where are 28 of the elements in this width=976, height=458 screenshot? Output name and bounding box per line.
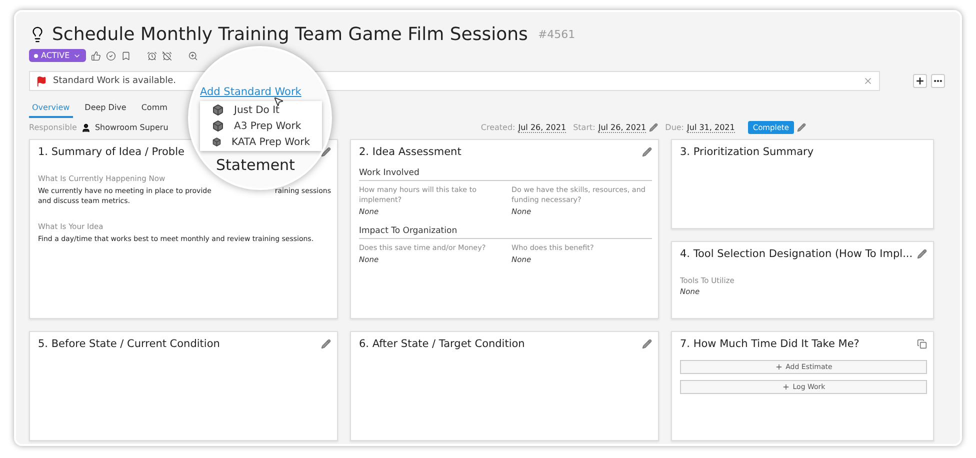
card-title: 1. Summary of Idea / Proble	[38, 146, 184, 158]
date-value[interactable]: Jul 31, 2021	[687, 122, 735, 132]
date-label: Start:	[573, 123, 596, 132]
card-title: 3. Prioritization Summary	[680, 146, 814, 158]
section-heading: Impact To Organization	[359, 226, 652, 240]
date-value[interactable]: Jul 26, 2021	[598, 122, 646, 132]
card-title: 6. After State / Target Condition	[359, 338, 525, 350]
date-label: Due:	[665, 123, 684, 132]
section-heading: Work Involved	[359, 168, 652, 181]
tab[interactable]: Deep Dive	[82, 101, 130, 118]
responsible-name: Showroom Superu	[94, 123, 168, 132]
card-title: 5. Before State / Current Condition	[38, 338, 220, 350]
page-title: Schedule Monthly Training Team Game Film Sessions	[52, 24, 528, 45]
card-title: 7. How Much Time Did It Take Me?	[680, 338, 860, 350]
status-dropdown[interactable]: ACTIVE	[29, 49, 86, 62]
responsible-label: Responsible	[29, 123, 77, 132]
alert-text: Standard Work is available.	[53, 76, 177, 86]
date-value[interactable]: Jul 26, 2021	[518, 122, 566, 132]
card-title: 4. Tool Selection Designation (How To Impl...	[680, 248, 913, 260]
menu-item[interactable]: A3 Prep Work	[200, 118, 322, 134]
section-heading: Statement	[216, 156, 295, 174]
add-standard-work-link[interactable]: Add Standard Work	[200, 86, 302, 98]
menu-item[interactable]: KATA Prep Work	[200, 134, 322, 150]
tab[interactable]: Comm	[138, 101, 170, 118]
card-title: 2. Idea Assessment	[359, 146, 462, 158]
item-number: #4561	[538, 28, 576, 41]
date-label: Created:	[480, 123, 516, 132]
menu-item[interactable]: Just Do It	[200, 102, 322, 118]
